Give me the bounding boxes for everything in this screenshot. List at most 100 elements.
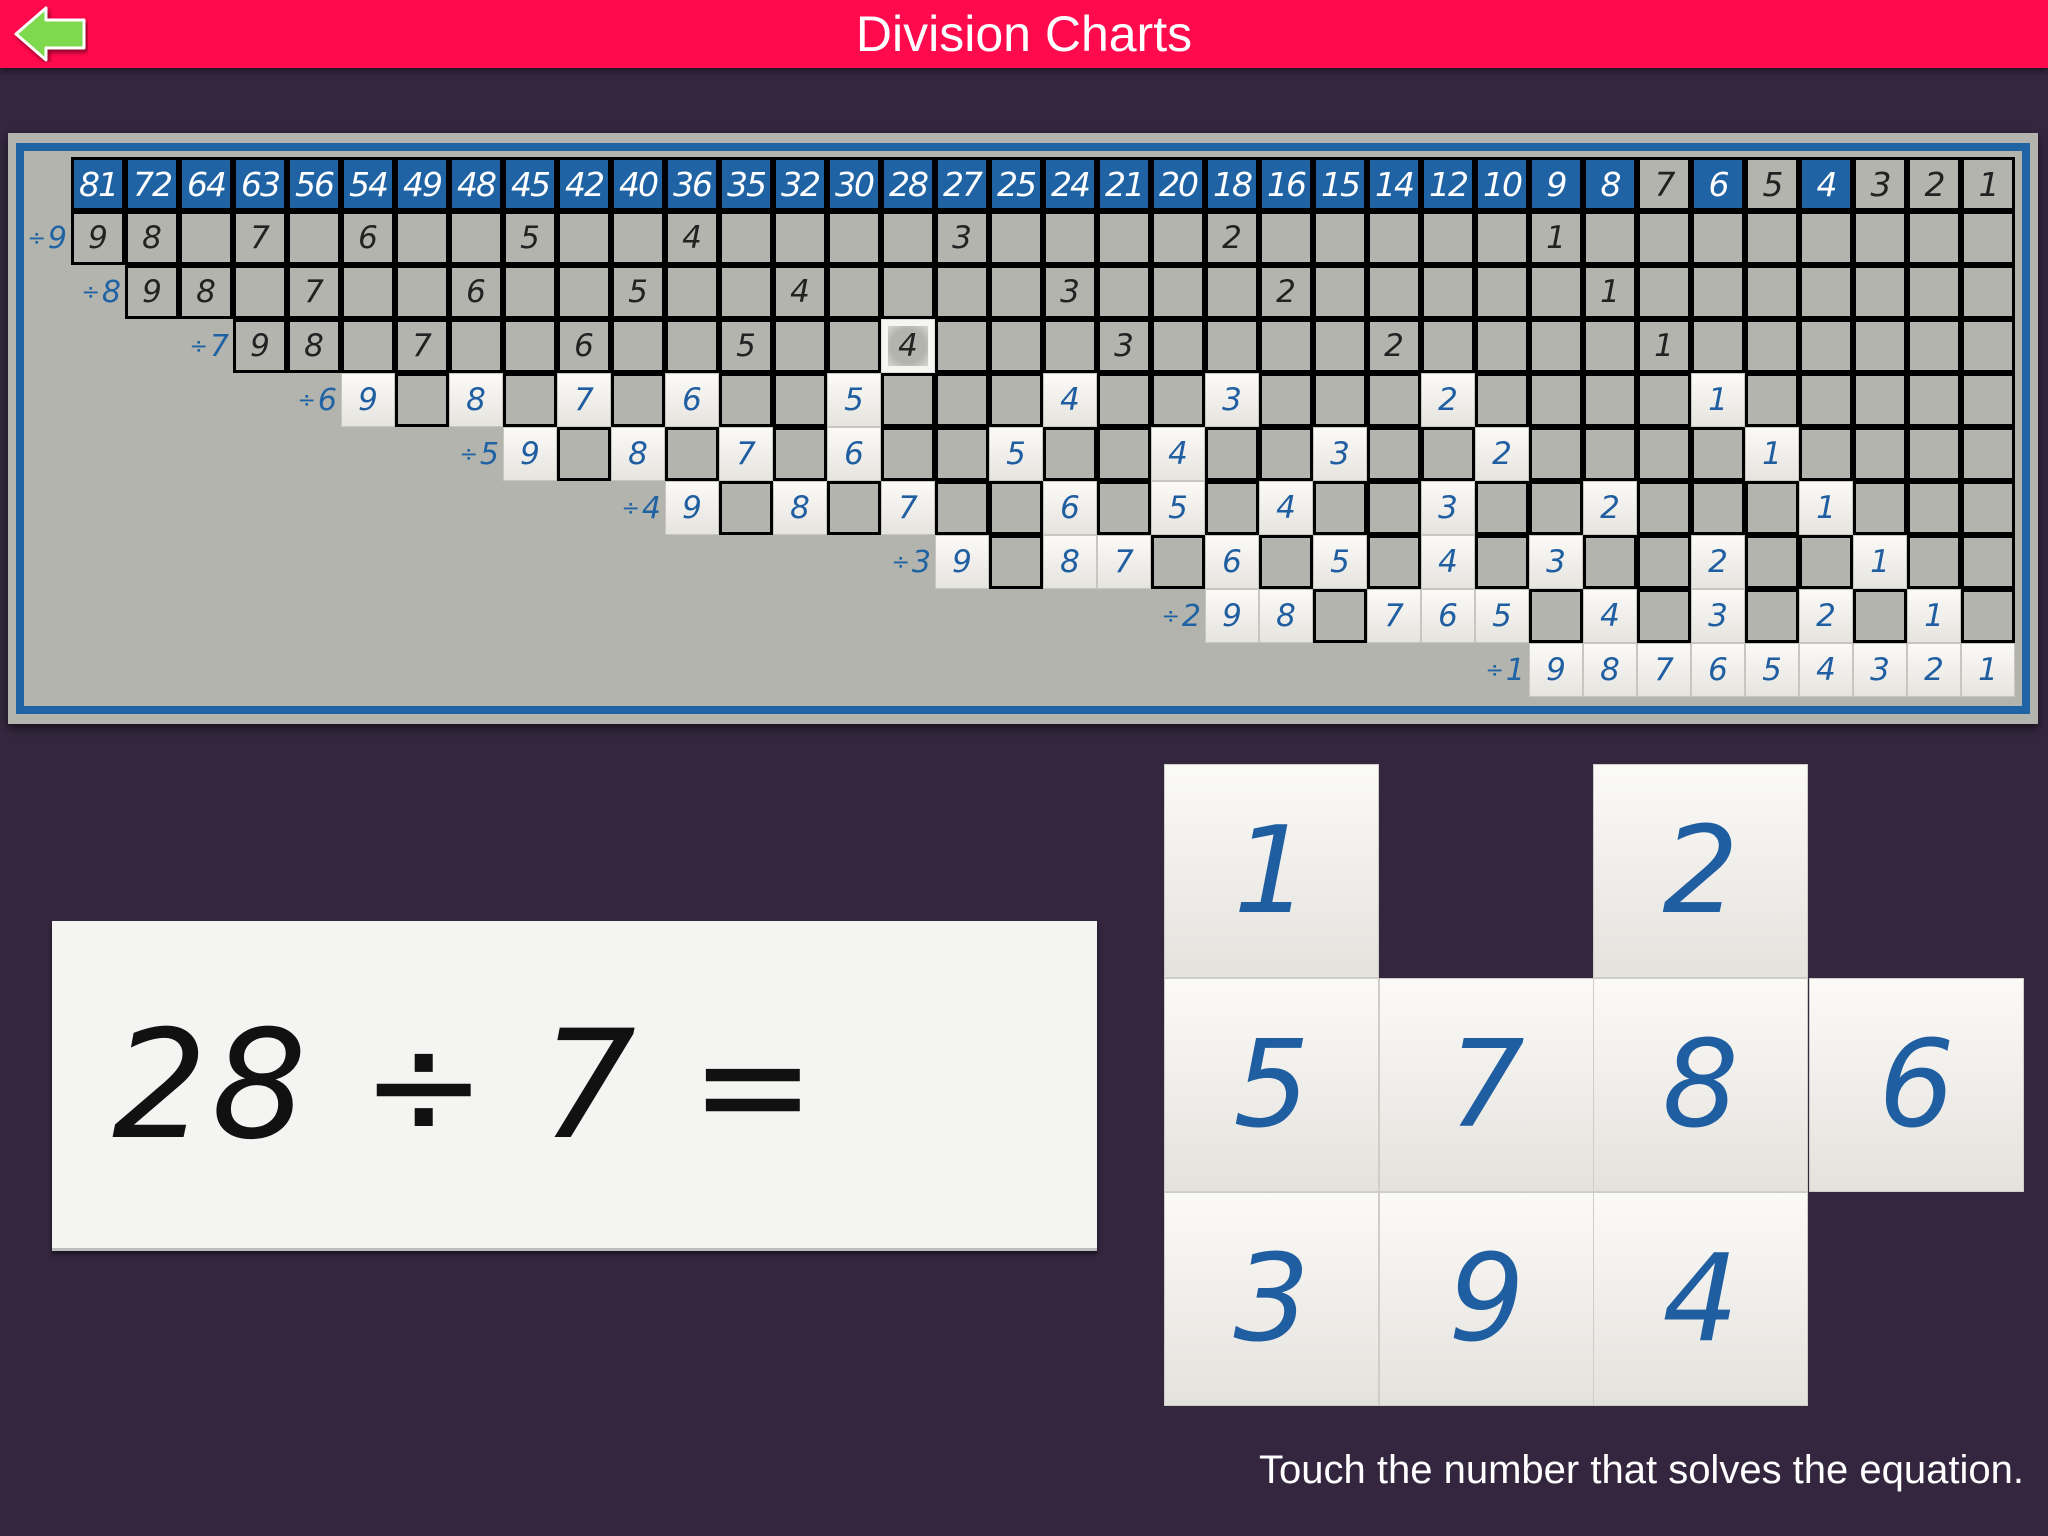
dividend-header-32: 32 bbox=[773, 157, 827, 211]
chart-cell-12-div-4: 3 bbox=[1421, 481, 1475, 535]
chart-cell-5-div-9 bbox=[1745, 211, 1799, 265]
answer-tile-3[interactable]: 3 bbox=[1164, 1192, 1379, 1406]
chart-cell-10-div-6 bbox=[1475, 373, 1529, 427]
chart-cell-18-div-5 bbox=[1205, 427, 1259, 481]
chart-cell-20-div-7 bbox=[1151, 319, 1205, 373]
chart-cell-72-div-9: 8 bbox=[125, 211, 179, 265]
chart-cell-40-div-5: 8 bbox=[611, 427, 665, 481]
chart-cell-15-div-8 bbox=[1313, 265, 1367, 319]
dividend-header-20: 20 bbox=[1151, 157, 1205, 211]
answer-tile-1[interactable]: 1 bbox=[1164, 764, 1379, 978]
chart-cell-25-div-7 bbox=[989, 319, 1043, 373]
chart-cell-12-div-3: 4 bbox=[1421, 535, 1475, 589]
chart-cell-16-div-6 bbox=[1259, 373, 1313, 427]
chart-cell-27-div-6 bbox=[935, 373, 989, 427]
chart-cell-20-div-6 bbox=[1151, 373, 1205, 427]
chart-cell-4-div-8 bbox=[1799, 265, 1853, 319]
chart-cell-1-div-9 bbox=[1961, 211, 2015, 265]
answer-tile-2[interactable]: 2 bbox=[1593, 764, 1808, 978]
chart-cell-1-div-7 bbox=[1961, 319, 2015, 373]
chart-cell-7-div-7: 1 bbox=[1637, 319, 1691, 373]
chart-cell-1-div-6 bbox=[1961, 373, 2015, 427]
chart-cell-42-div-9 bbox=[557, 211, 611, 265]
chart-cell-16-div-8: 2 bbox=[1259, 265, 1313, 319]
dividend-header-54: 54 bbox=[341, 157, 395, 211]
chart-cell-30-div-5: 6 bbox=[827, 427, 881, 481]
chart-cell-2-div-3 bbox=[1907, 535, 1961, 589]
chart-cell-16-div-2: 8 bbox=[1259, 589, 1313, 643]
dividend-header-21: 21 bbox=[1097, 157, 1151, 211]
instruction-text: Touch the number that solves the equatio… bbox=[1259, 1448, 2024, 1492]
divisor-value: 1 bbox=[1505, 652, 1525, 688]
chart-cell-45-div-9: 5 bbox=[503, 211, 557, 265]
divide-sign: ÷ bbox=[1161, 603, 1180, 629]
chart-cell-42-div-5 bbox=[557, 427, 611, 481]
chart-cell-10-div-9 bbox=[1475, 211, 1529, 265]
chart-cell-21-div-7: 3 bbox=[1097, 319, 1151, 373]
chart-cell-1-div-2 bbox=[1961, 589, 2015, 643]
chart-cell-2-div-6 bbox=[1907, 373, 1961, 427]
chart-cell-5-div-2 bbox=[1745, 589, 1799, 643]
chart-cell-5-div-8 bbox=[1745, 265, 1799, 319]
answer-tile-6[interactable]: 6 bbox=[1809, 978, 2024, 1192]
chart-cell-2-div-9 bbox=[1907, 211, 1961, 265]
chart-cell-45-div-8 bbox=[503, 265, 557, 319]
chart-cell-24-div-5 bbox=[1043, 427, 1097, 481]
divide-sign: ÷ bbox=[189, 333, 208, 359]
answer-tile-8[interactable]: 8 bbox=[1593, 978, 1808, 1192]
dividend-header-10: 10 bbox=[1475, 157, 1529, 211]
chart-cell-32-div-4: 8 bbox=[773, 481, 827, 535]
chart-cell-30-div-7 bbox=[827, 319, 881, 373]
divide-sign: ÷ bbox=[81, 279, 100, 305]
chart-cell-24-div-7 bbox=[1043, 319, 1097, 373]
chart-cell-8-div-1: 8 bbox=[1583, 643, 1637, 697]
chart-cell-72-div-8: 9 bbox=[125, 265, 179, 319]
dividend-header-63: 63 bbox=[233, 157, 287, 211]
chart-cell-63-div-8 bbox=[233, 265, 287, 319]
divide-sign: ÷ bbox=[297, 387, 316, 413]
chart-cell-3-div-1: 3 bbox=[1853, 643, 1907, 697]
chart-cell-40-div-6 bbox=[611, 373, 665, 427]
chart-cell-27-div-7 bbox=[935, 319, 989, 373]
dividend-header-16: 16 bbox=[1259, 157, 1313, 211]
answer-tile-4[interactable]: 4 bbox=[1593, 1192, 1808, 1406]
chart-cell-27-div-3: 9 bbox=[935, 535, 989, 589]
chart-cell-9-div-1: 9 bbox=[1529, 643, 1583, 697]
chart-cell-20-div-3 bbox=[1151, 535, 1205, 589]
chart-cell-25-div-6 bbox=[989, 373, 1043, 427]
chart-cell-18-div-6: 3 bbox=[1205, 373, 1259, 427]
chart-cell-30-div-6: 5 bbox=[827, 373, 881, 427]
dividend-header-1: 1 bbox=[1961, 157, 2015, 211]
chart-cell-24-div-4: 6 bbox=[1043, 481, 1097, 535]
equation-dividend: 28 bbox=[112, 999, 311, 1173]
chart-cell-3-div-9 bbox=[1853, 211, 1907, 265]
chart-cell-3-div-4 bbox=[1853, 481, 1907, 535]
chart-cell-32-div-9 bbox=[773, 211, 827, 265]
dividend-header-15: 15 bbox=[1313, 157, 1367, 211]
chart-cell-36-div-8 bbox=[665, 265, 719, 319]
chart-cell-28-div-5 bbox=[881, 427, 935, 481]
chart-cell-14-div-4 bbox=[1367, 481, 1421, 535]
chart-cell-48-div-7 bbox=[449, 319, 503, 373]
chart-cell-54-div-7 bbox=[341, 319, 395, 373]
chart-cell-8-div-8: 1 bbox=[1583, 265, 1637, 319]
equation-operator: ÷ bbox=[360, 999, 491, 1173]
chart-cell-7-div-3 bbox=[1637, 535, 1691, 589]
top-bar: Division Charts bbox=[0, 0, 2048, 68]
chart-cell-2-div-4 bbox=[1907, 481, 1961, 535]
chart-cell-27-div-9: 3 bbox=[935, 211, 989, 265]
answer-tile-9[interactable]: 9 bbox=[1379, 1192, 1594, 1406]
chart-cell-16-div-9 bbox=[1259, 211, 1313, 265]
chart-cell-2-div-7 bbox=[1907, 319, 1961, 373]
chart-cell-8-div-5 bbox=[1583, 427, 1637, 481]
chart-cell-35-div-8 bbox=[719, 265, 773, 319]
answer-tile-7[interactable]: 7 bbox=[1379, 978, 1594, 1192]
chart-cell-48-div-6: 8 bbox=[449, 373, 503, 427]
divisor-label-8: ÷ 8 bbox=[61, 265, 121, 319]
divisor-value: 5 bbox=[479, 436, 499, 472]
chart-cell-45-div-6 bbox=[503, 373, 557, 427]
answer-tile-5[interactable]: 5 bbox=[1164, 978, 1379, 1192]
dividend-header-5: 5 bbox=[1745, 157, 1799, 211]
chart-cell-3-div-2 bbox=[1853, 589, 1907, 643]
chart-cell-21-div-5 bbox=[1097, 427, 1151, 481]
